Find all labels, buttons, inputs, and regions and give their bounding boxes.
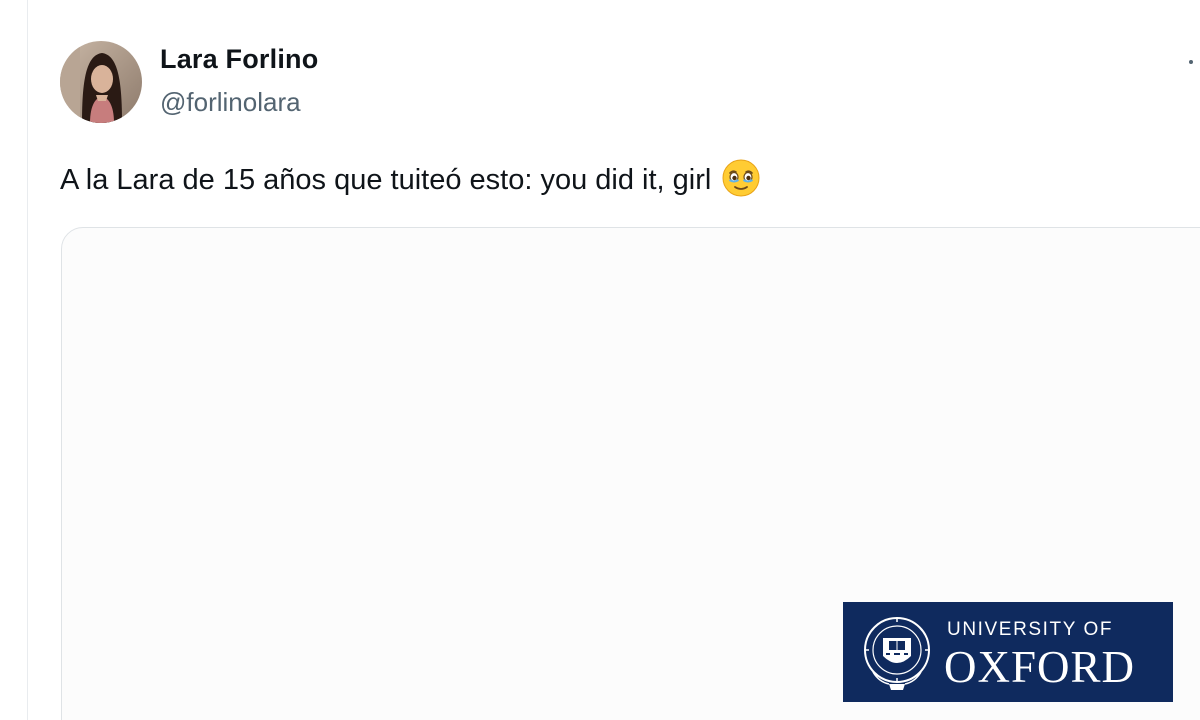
- oxford-logo: UNIVERSITY OF OXFORD: [843, 602, 1173, 702]
- tweet-text: A la Lara de 15 años que tuiteó esto: yo…: [60, 159, 763, 200]
- face-holding-back-tears-emoji-icon: [719, 156, 763, 200]
- tweet-text-content: A la Lara de 15 años que tuiteó esto: yo…: [60, 164, 712, 196]
- profile-photo-icon: [60, 41, 142, 123]
- oxford-logo-line2: OXFORD: [944, 642, 1136, 692]
- oxford-logo-line1: UNIVERSITY OF: [947, 619, 1114, 640]
- oxford-crest-icon: [859, 610, 935, 694]
- column-divider: [27, 0, 28, 720]
- author-display-name[interactable]: Lara Forlino: [160, 44, 318, 75]
- tweet-view: Lara Forlino @forlinolara A la Lara de 1…: [0, 0, 1200, 720]
- author-handle[interactable]: @forlinolara: [160, 87, 301, 118]
- more-dot: [1189, 60, 1193, 64]
- author-avatar[interactable]: [60, 41, 142, 123]
- more-options-icon[interactable]: [1184, 48, 1200, 76]
